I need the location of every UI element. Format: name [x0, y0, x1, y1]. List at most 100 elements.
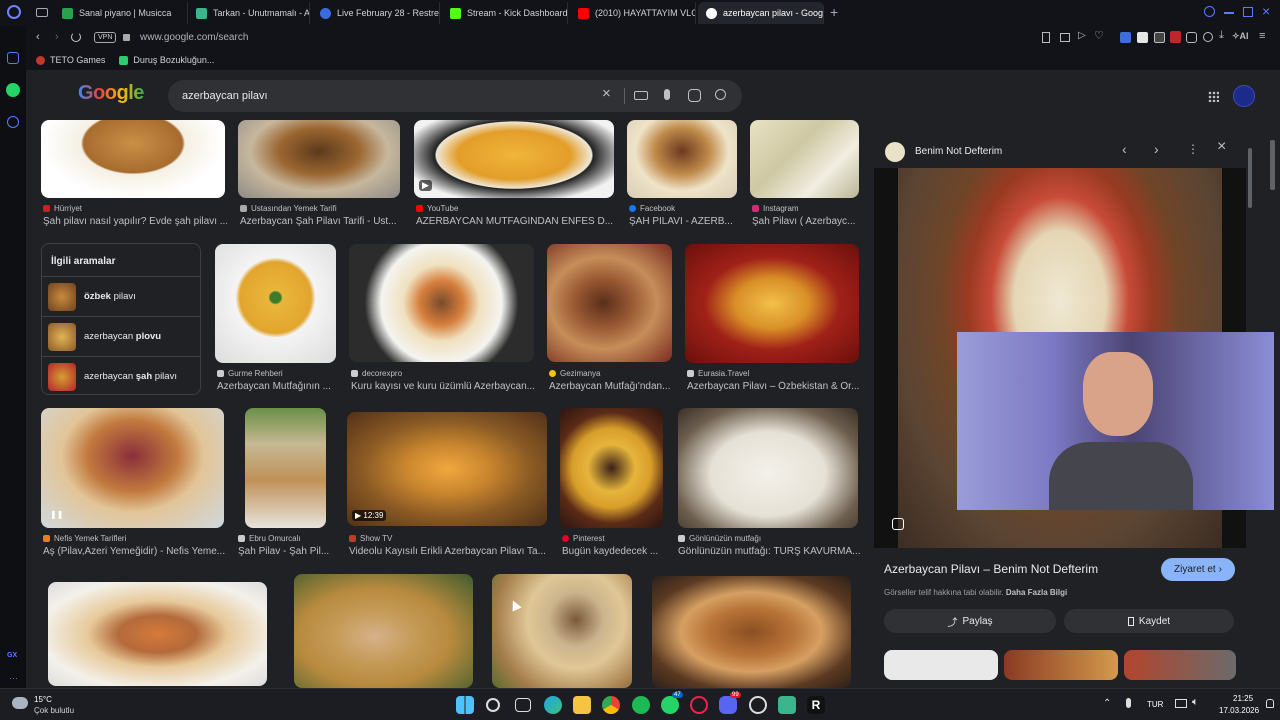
search-icon[interactable] [715, 89, 726, 100]
microphone-icon[interactable] [1126, 698, 1131, 708]
history-icon[interactable] [7, 116, 19, 128]
vpn-badge[interactable]: VPN [94, 32, 117, 43]
result-title[interactable]: ŞAH PİLAVI - AZERB... [629, 216, 739, 227]
more-info-link[interactable]: Daha Fazla Bilgi [1006, 588, 1067, 597]
translate-icon[interactable] [1120, 32, 1131, 43]
result-image[interactable] [245, 408, 326, 528]
extension-icon[interactable] [1186, 32, 1197, 43]
tray-chevron-icon[interactable]: ⌃ [1103, 698, 1111, 709]
lens-search-icon[interactable] [892, 518, 904, 530]
tab-kick[interactable]: Stream - Kick Dashboard [442, 2, 568, 24]
avatar[interactable] [1233, 85, 1255, 107]
opera-logo-icon[interactable] [7, 5, 21, 19]
related-image[interactable] [884, 650, 998, 680]
extension-icon[interactable] [1203, 32, 1213, 42]
network-icon[interactable] [1175, 699, 1187, 708]
clock-time[interactable]: 21:25 [1233, 694, 1253, 703]
result-title[interactable]: Azerbaycan Mutfağı'ndan... [549, 381, 673, 392]
reload-icon[interactable] [71, 32, 81, 42]
maximize-icon[interactable] [1243, 7, 1253, 17]
new-tab-plus-icon[interactable]: + [830, 4, 838, 20]
clock-date[interactable]: 17.03.2026 [1219, 706, 1259, 715]
panel-site-name[interactable]: Benim Not Defterim [915, 146, 1002, 157]
extension-icon[interactable] [1154, 32, 1165, 43]
obs-icon[interactable] [749, 696, 767, 714]
menu-icon[interactable]: ≡ [1259, 30, 1265, 42]
close-icon[interactable]: × [1217, 138, 1226, 156]
whatsapp-icon[interactable] [6, 83, 20, 97]
result-image[interactable] [678, 408, 858, 528]
google-logo[interactable]: Google [78, 82, 144, 105]
ai-button[interactable]: ✧AI [1232, 31, 1249, 42]
rockstar-icon[interactable]: R [807, 696, 825, 714]
download-icon[interactable]: ⤓ [1219, 29, 1224, 42]
discord-icon[interactable] [719, 696, 737, 714]
close-window-icon[interactable]: × [1262, 3, 1270, 19]
result-title[interactable]: Aş (Pilav,Azeri Yemeğidir) - Nefis Yeme.… [43, 546, 225, 557]
more-icon[interactable]: ··· [9, 673, 18, 683]
panel-scrollbar[interactable] [1248, 148, 1252, 208]
search-icon[interactable] [486, 698, 500, 712]
language-indicator[interactable]: TUR [1147, 700, 1163, 709]
related-image[interactable] [1004, 650, 1118, 680]
aria-icon[interactable] [7, 52, 19, 64]
result-image[interactable] [492, 574, 632, 688]
search-tabs-icon[interactable] [1204, 6, 1215, 17]
result-image[interactable] [627, 120, 737, 198]
result-image[interactable] [48, 582, 267, 686]
notifications-icon[interactable] [1266, 699, 1274, 708]
forward-icon[interactable]: › [55, 31, 59, 43]
apps-grid-icon[interactable] [1208, 91, 1219, 102]
result-image[interactable] [215, 244, 336, 363]
result-title[interactable]: Azerbaycan Pilavı – Özbekistan & Or... [687, 381, 861, 392]
bookmark-teto-games[interactable]: TETO Games [36, 55, 105, 65]
url-field[interactable]: www.google.com/search [140, 32, 248, 43]
extension-icon[interactable] [1137, 32, 1148, 43]
more-options-icon[interactable]: ⋮ [1187, 142, 1199, 156]
workspaces-icon[interactable] [36, 8, 48, 17]
previous-icon[interactable]: ‹ [1122, 141, 1127, 157]
tab-musicca[interactable]: Sanal piyano | Musicca [54, 2, 188, 24]
visit-button[interactable]: Ziyaret et › [1161, 558, 1235, 581]
tab-tarkan[interactable]: Tarkan - Unutmamalı - Ak [188, 2, 310, 24]
task-view-icon[interactable] [515, 698, 531, 712]
result-image[interactable] [238, 120, 400, 198]
result-title[interactable]: Videolu Kayısılı Erikli Azerbaycan Pilav… [349, 546, 549, 557]
next-icon[interactable]: › [1154, 141, 1159, 157]
result-title[interactable]: Şah Pilavı ( Azerbayc... [752, 216, 862, 227]
bookmark-durus[interactable]: Duruş Bozukluğun... [119, 55, 214, 65]
clear-icon[interactable]: × [602, 85, 611, 102]
page-scrollbar[interactable] [1270, 140, 1275, 190]
result-image[interactable] [560, 408, 663, 528]
whatsapp-icon[interactable] [661, 696, 679, 714]
save-button[interactable]: Kaydet [1064, 609, 1234, 633]
related-search-item[interactable]: azerbaycan şah pilavı [42, 356, 200, 396]
minimize-icon[interactable] [1224, 12, 1234, 14]
result-image[interactable] [685, 244, 859, 363]
result-title[interactable]: Azerbaycan Şah Pilavı Tarifi - Ust... [240, 216, 400, 227]
result-title[interactable]: Şah Pilav - Şah Pil... [238, 546, 330, 557]
result-title[interactable]: Kuru kayısı ve kuru üzümlü Azerbaycan... [351, 381, 535, 392]
spotify-icon[interactable] [632, 696, 650, 714]
tab-google-search[interactable]: azerbaycan pilavı - Google [698, 2, 824, 24]
play-icon[interactable]: ▷ [1078, 30, 1086, 41]
result-image[interactable] [750, 120, 859, 198]
tab-youtube-vlog[interactable]: (2010) HAYATTAYIM VLOG [570, 2, 696, 24]
bookmark-page-icon[interactable] [1042, 32, 1050, 43]
result-title[interactable]: Gönlünüzün mutfağı: TURŞ KAVURMA... [678, 546, 860, 557]
extension-icon[interactable] [1170, 31, 1181, 43]
share-button[interactable]: ⤴ Paylaş [884, 609, 1056, 633]
back-icon[interactable]: ‹ [36, 31, 40, 43]
start-windows-icon[interactable] [456, 696, 474, 714]
search-input[interactable]: azerbaycan pilavı [182, 90, 268, 102]
app-icon[interactable] [778, 696, 796, 714]
heart-icon[interactable]: ♡ [1094, 29, 1104, 42]
microphone-icon[interactable] [664, 89, 670, 100]
lens-icon[interactable] [688, 89, 701, 102]
result-image[interactable] [652, 576, 851, 688]
result-title[interactable]: Şah pilavı nasıl yapılır? Evde şah pilav… [43, 216, 227, 227]
volume-icon[interactable]: 🔈︎ [1192, 696, 1199, 709]
result-image[interactable] [294, 574, 473, 688]
result-image[interactable] [41, 408, 224, 528]
related-image[interactable] [1124, 650, 1236, 680]
